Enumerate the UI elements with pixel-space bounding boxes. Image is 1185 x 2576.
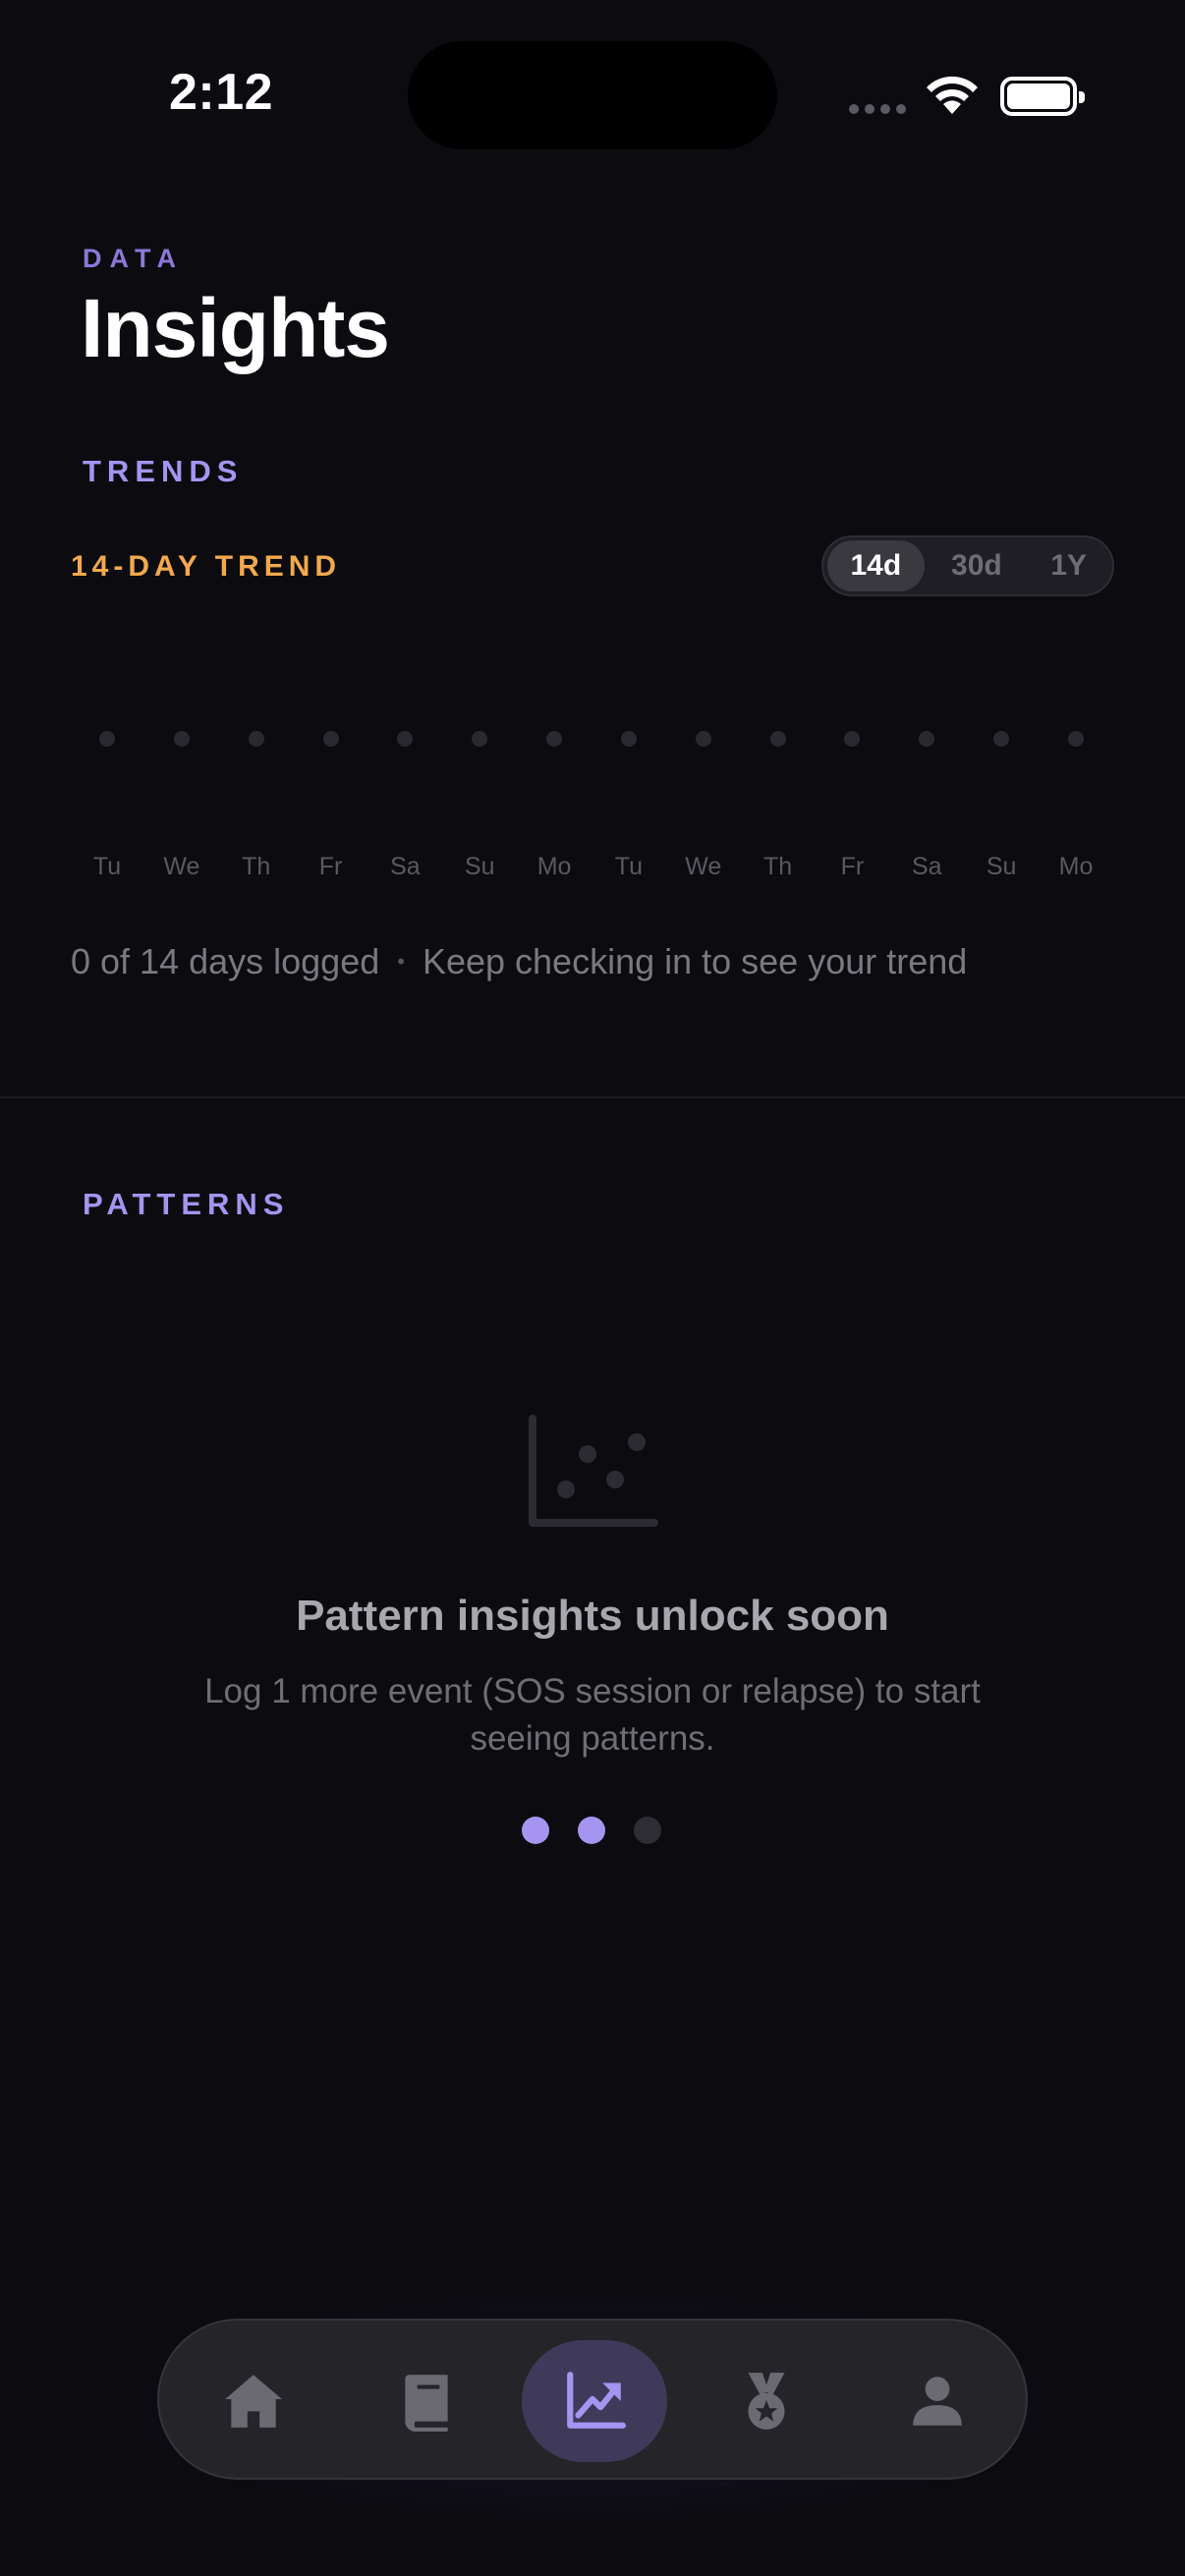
days-logged-text: 0 of 14 days logged	[71, 941, 380, 981]
range-selector: 14d 30d 1Y	[821, 535, 1114, 596]
progress-dot	[522, 1817, 549, 1844]
patterns-empty-title: Pattern insights unlock soon	[296, 1592, 889, 1640]
trend-day-label: We	[163, 853, 200, 880]
trend-chart: Tu We Th Fr Sa Su Mo Tu We Th Fr Sa Su Mo	[0, 688, 1185, 904]
profile-icon	[913, 2377, 962, 2426]
trend-day-label: Fr	[840, 853, 865, 880]
progress-dot	[634, 1817, 661, 1844]
home-icon	[225, 2375, 282, 2428]
battery-icon	[1000, 77, 1085, 116]
trend-day-label: Sa	[390, 853, 421, 880]
trend-day-label: Fr	[318, 853, 343, 880]
status-bar: 2:12	[0, 0, 1185, 196]
journal-icon	[405, 2375, 448, 2432]
trend-day-label: Th	[763, 853, 793, 880]
trend-day-label: Mo	[536, 853, 572, 880]
tab-home[interactable]	[181, 2340, 326, 2462]
status-time: 2:12	[169, 64, 274, 121]
trend-day-dot	[546, 731, 563, 747]
trend-day-label: Th	[242, 853, 271, 880]
trend-day-dot	[695, 731, 711, 747]
trend-day-dot	[322, 731, 339, 747]
trend-day-dot	[769, 731, 786, 747]
trend-day-dot	[99, 731, 115, 747]
trend-day-dot	[620, 731, 637, 747]
trend-day-dot	[472, 731, 488, 747]
tab-bar	[157, 2319, 1028, 2480]
patterns-section-label: PATTERNS	[83, 1187, 290, 1221]
patterns-empty-description: Log 1 more event (SOS session or relapse…	[204, 1672, 981, 1758]
trend-day-dot	[397, 731, 414, 747]
page-overline: DATA	[83, 244, 184, 273]
range-14d-button[interactable]: 14d	[827, 540, 925, 591]
tab-profile[interactable]	[865, 2340, 1010, 2462]
trend-day-dot	[919, 731, 935, 747]
unlock-progress	[522, 1817, 661, 1844]
trend-day-label: Su	[986, 853, 1017, 880]
tab-achievements[interactable]	[694, 2340, 839, 2462]
cellular-signal-icon	[849, 104, 906, 114]
dynamic-island	[408, 41, 777, 149]
trend-day-label: Tu	[92, 853, 122, 880]
trend-hint-text: Keep checking in to see your trend	[422, 941, 968, 981]
summary-separator: •	[397, 949, 405, 974]
tab-journal[interactable]	[355, 2340, 500, 2462]
trend-day-dot	[844, 731, 861, 747]
trend-day-label: Sa	[912, 853, 942, 880]
section-divider	[0, 1096, 1185, 1098]
trend-day-dot	[248, 731, 264, 747]
page-title: Insights	[81, 282, 390, 374]
scatter-chart-icon	[529, 1415, 658, 1527]
range-1y-button[interactable]: 1Y	[1029, 540, 1108, 591]
trend-title: 14-DAY TREND	[71, 550, 342, 583]
trend-day-dot	[173, 731, 190, 747]
trend-day-label: We	[685, 853, 722, 880]
insights-icon	[567, 2372, 626, 2429]
trend-day-dot	[1068, 731, 1084, 747]
range-30d-button[interactable]: 30d	[925, 540, 1030, 591]
trend-day-label: Tu	[614, 853, 644, 880]
wifi-icon	[927, 76, 978, 114]
progress-dot	[578, 1817, 605, 1844]
trend-day-label: Mo	[1058, 853, 1094, 880]
achievements-icon	[748, 2373, 785, 2430]
trend-day-dot	[993, 731, 1010, 747]
trends-section-label: TRENDS	[83, 454, 244, 488]
tab-insights[interactable]	[522, 2340, 667, 2462]
trend-day-label: Su	[464, 853, 495, 880]
trend-summary: 0 of 14 days logged • Keep checking in t…	[71, 941, 967, 982]
